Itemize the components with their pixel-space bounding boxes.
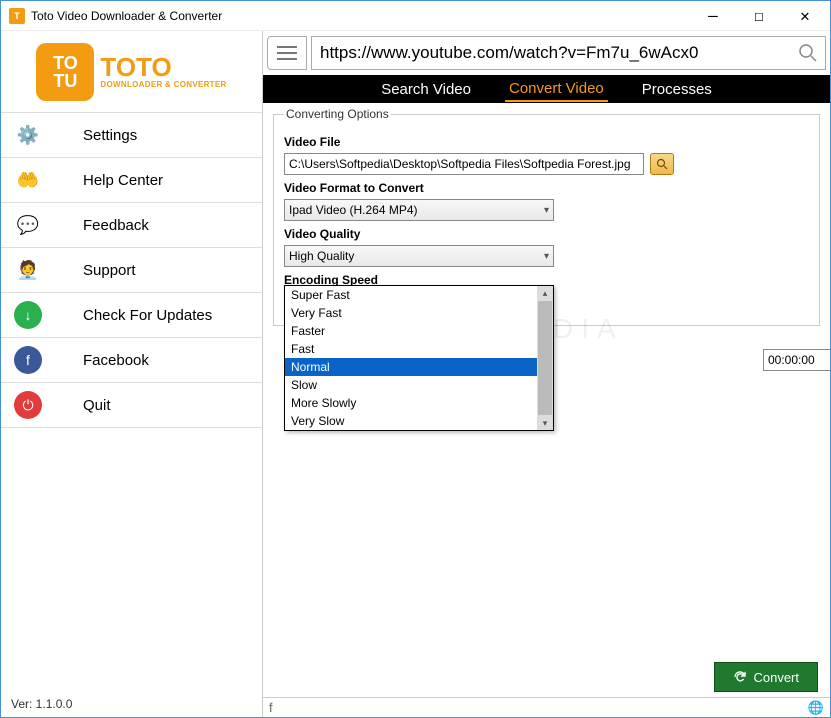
scroll-up-icon[interactable]: ▴ xyxy=(537,286,553,300)
sidebar-item-help-center[interactable]: 🤲 Help Center xyxy=(1,158,262,203)
video-quality-select[interactable]: High Quality xyxy=(284,245,554,267)
facebook-icon: f xyxy=(13,345,43,375)
chat-icon: 💬 xyxy=(13,210,43,240)
content-area: SOFTPEDIA Converting Options Video File … xyxy=(263,103,830,657)
app-window: T Toto Video Downloader & Converter — ☐ … xyxy=(0,0,831,718)
dropdown-option-super-fast[interactable]: Super Fast xyxy=(285,286,537,304)
download-icon: ↓ xyxy=(13,300,43,330)
dropdown-option-very-slow[interactable]: Very Slow xyxy=(285,412,537,430)
sidebar: TO TU TOTO DOWNLOADER & CONVERTER ⚙️ Set… xyxy=(1,31,263,717)
sidebar-item-label: Facebook xyxy=(63,352,262,369)
dropdown-option-slow[interactable]: Slow xyxy=(285,376,537,394)
sidebar-item-label: Help Center xyxy=(63,172,262,189)
group-legend: Converting Options xyxy=(284,107,391,121)
video-file-label: Video File xyxy=(284,135,809,149)
search-icon xyxy=(798,43,818,63)
dropdown-option-more-slowly[interactable]: More Slowly xyxy=(285,394,537,412)
video-format-select[interactable]: Ipad Video (H.264 MP4) xyxy=(284,199,554,221)
bottom-bar: Convert xyxy=(263,657,830,697)
search-icon xyxy=(656,158,668,170)
tab-search-video[interactable]: Search Video xyxy=(377,78,475,101)
dropdown-option-very-fast[interactable]: Very Fast xyxy=(285,304,537,322)
encoding-speed-dropdown: Super Fast Very Fast Faster Fast Normal … xyxy=(284,285,554,431)
video-format-label: Video Format to Convert xyxy=(284,181,809,195)
maximize-button[interactable]: ☐ xyxy=(736,1,782,31)
video-file-input[interactable] xyxy=(284,153,644,175)
sidebar-item-label: Quit xyxy=(63,397,262,414)
sidebar-item-support[interactable]: 🧑‍💼 Support xyxy=(1,248,262,293)
url-input[interactable] xyxy=(312,43,791,63)
browse-button[interactable] xyxy=(650,153,674,175)
tab-convert-video[interactable]: Convert Video xyxy=(505,77,608,102)
power-icon: ⏻ xyxy=(13,390,43,420)
logo-icon: TO TU xyxy=(36,43,94,101)
globe-icon[interactable]: 🌐 xyxy=(808,700,824,716)
tab-processes[interactable]: Processes xyxy=(638,78,716,101)
facebook-status-icon[interactable]: f xyxy=(269,700,273,715)
titlebar: T Toto Video Downloader & Converter — ☐ … xyxy=(1,1,830,31)
minimize-button[interactable]: — xyxy=(690,1,736,31)
sidebar-item-label: Check For Updates xyxy=(63,307,262,324)
refresh-icon xyxy=(733,670,747,684)
sidebar-item-quit[interactable]: ⏻ Quit xyxy=(1,383,262,428)
dropdown-option-faster[interactable]: Faster xyxy=(285,322,537,340)
sidebar-item-label: Support xyxy=(63,262,262,279)
logo: TO TU TOTO DOWNLOADER & CONVERTER xyxy=(1,31,262,113)
sidebar-item-label: Settings xyxy=(63,127,262,144)
main-panel: Search Video Convert Video Processes SOF… xyxy=(263,31,830,717)
app-icon: T xyxy=(9,8,25,24)
sidebar-item-updates[interactable]: ↓ Check For Updates xyxy=(1,293,262,338)
gear-icon: ⚙️ xyxy=(13,120,43,150)
close-button[interactable]: ✕ xyxy=(782,1,828,31)
sidebar-item-facebook[interactable]: f Facebook xyxy=(1,338,262,383)
dropdown-option-normal[interactable]: Normal xyxy=(285,358,537,376)
convert-button[interactable]: Convert xyxy=(714,662,818,692)
sidebar-item-feedback[interactable]: 💬 Feedback xyxy=(1,203,262,248)
url-bar-row xyxy=(263,31,830,75)
search-button[interactable] xyxy=(791,36,825,70)
window-title: Toto Video Downloader & Converter xyxy=(31,9,690,23)
version-label: Ver: 1.1.0.0 xyxy=(1,691,262,717)
logo-subtitle: DOWNLOADER & CONVERTER xyxy=(100,80,226,89)
dropdown-scrollbar[interactable]: ▴ ▾ xyxy=(537,286,553,430)
main-tabs: Search Video Convert Video Processes xyxy=(263,75,830,103)
hamburger-menu-button[interactable] xyxy=(267,36,307,70)
dropdown-option-fast[interactable]: Fast xyxy=(285,340,537,358)
video-quality-label: Video Quality xyxy=(284,227,809,241)
scroll-thumb[interactable] xyxy=(538,301,552,415)
body: TO TU TOTO DOWNLOADER & CONVERTER ⚙️ Set… xyxy=(1,31,830,717)
heart-hands-icon: 🤲 xyxy=(13,165,43,195)
sidebar-item-settings[interactable]: ⚙️ Settings xyxy=(1,113,262,158)
logo-brand: TOTO xyxy=(100,54,226,80)
support-icon: 🧑‍💼 xyxy=(13,255,43,285)
url-box xyxy=(311,36,826,70)
time-input[interactable] xyxy=(763,349,830,371)
scroll-down-icon[interactable]: ▾ xyxy=(537,416,553,430)
sidebar-item-label: Feedback xyxy=(63,217,262,234)
status-bar: f 🌐 xyxy=(263,697,830,717)
